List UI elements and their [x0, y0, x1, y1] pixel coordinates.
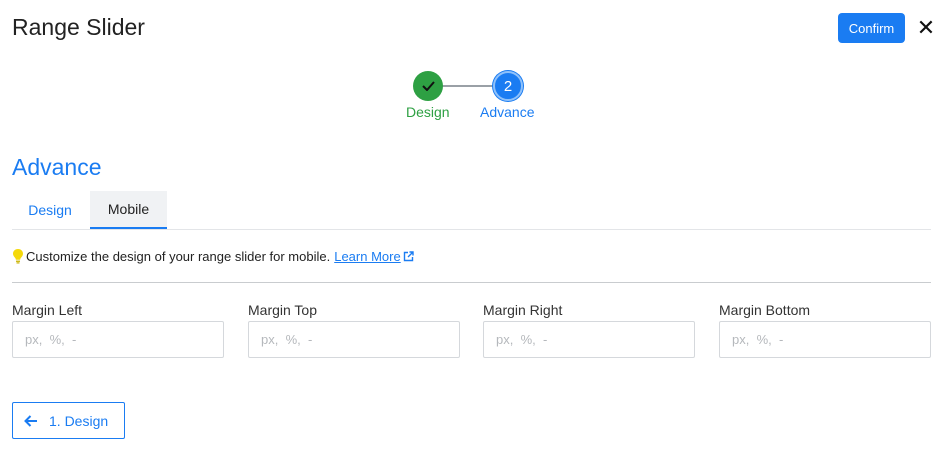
tab-design[interactable]: Design: [12, 191, 88, 229]
check-icon: [421, 81, 435, 91]
margin-bottom-input[interactable]: [719, 321, 931, 358]
confirm-button[interactable]: Confirm: [838, 13, 905, 43]
close-icon[interactable]: ✕: [916, 16, 936, 40]
learn-more-link[interactable]: Learn More: [334, 249, 400, 264]
field-label-margin-right: Margin Right: [483, 302, 563, 318]
field-label-margin-top: Margin Top: [248, 302, 318, 318]
step-design-circle[interactable]: [413, 71, 443, 101]
step-advance-label[interactable]: Advance: [480, 104, 534, 120]
hint-text: Customize the design of your range slide…: [26, 248, 331, 264]
margin-right-input[interactable]: [483, 321, 695, 358]
page-title: Range Slider: [12, 14, 145, 40]
field-label-margin-bottom: Margin Bottom: [719, 302, 811, 318]
tabs-divider: [12, 229, 931, 230]
field-label-margin-left: Margin Left: [12, 302, 83, 318]
margin-left-input[interactable]: [12, 321, 224, 358]
back-button[interactable]: 1. Design: [12, 402, 125, 439]
hint-row: Customize the design of your range slide…: [12, 248, 414, 264]
tab-mobile[interactable]: Mobile: [90, 191, 167, 229]
lightbulb-icon: [13, 249, 23, 264]
arrow-left-icon: [24, 414, 37, 427]
external-link-icon[interactable]: [403, 250, 414, 262]
back-button-label: 1. Design: [49, 412, 109, 429]
hint-divider: [12, 282, 931, 283]
step-design-label[interactable]: Design: [406, 104, 450, 120]
margin-top-input[interactable]: [248, 321, 460, 358]
section-title: Advance: [12, 154, 102, 180]
step-connector: [442, 85, 494, 87]
step-advance-circle[interactable]: 2: [493, 71, 523, 101]
